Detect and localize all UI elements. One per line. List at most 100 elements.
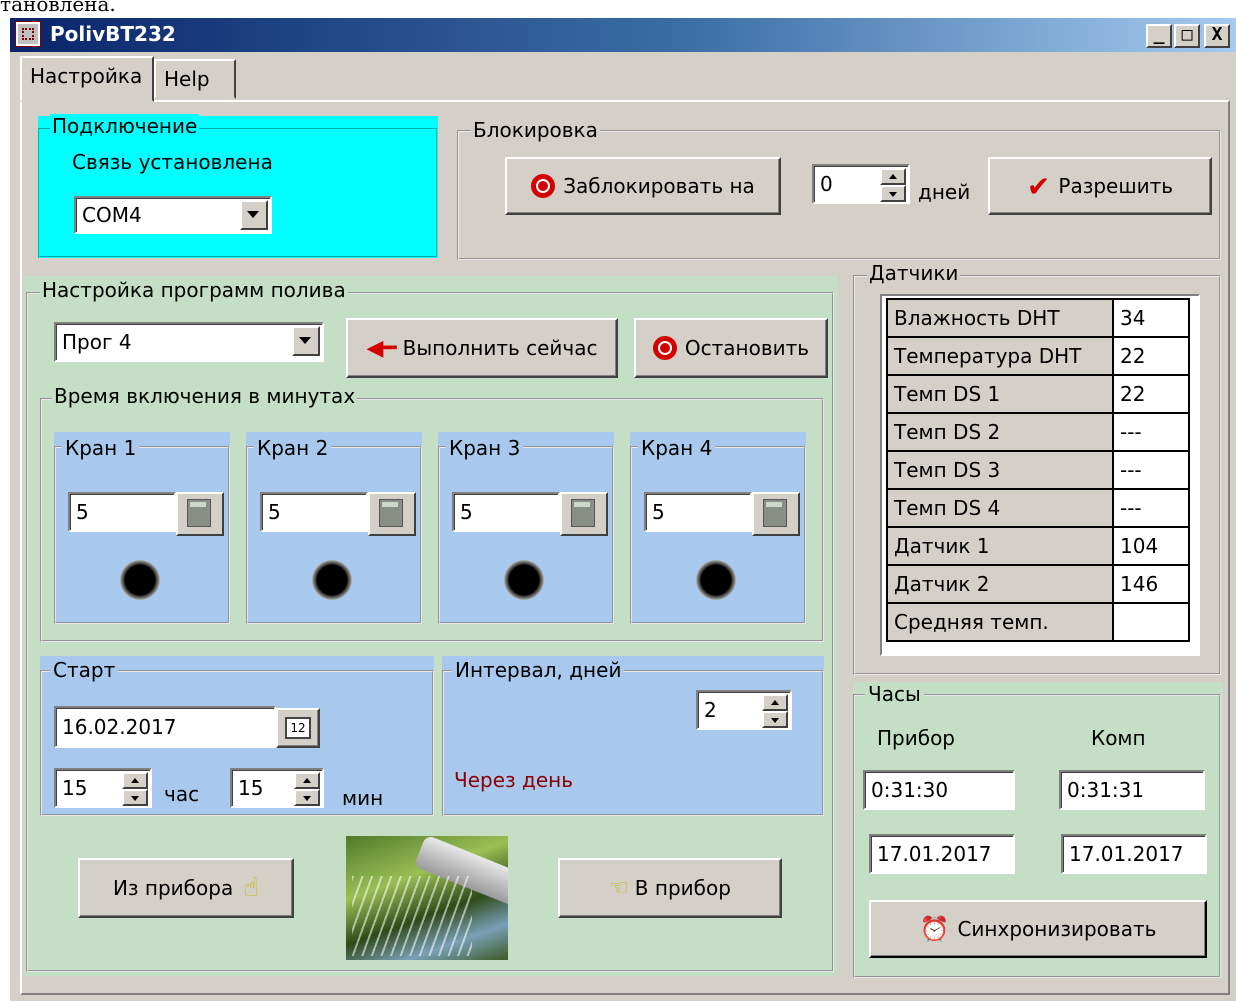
close-button[interactable]: X <box>1204 24 1230 48</box>
sensor-name: Средняя темп. <box>886 602 1114 642</box>
interval-value: 2 <box>704 698 717 722</box>
calculator-icon[interactable] <box>176 492 224 536</box>
table-row[interactable]: Датчик 2 146 <box>886 564 1190 604</box>
lock-days-value: 0 <box>820 172 833 196</box>
start-minute-spinner[interactable] <box>294 772 320 806</box>
start-date-input[interactable]: 16.02.2017 <box>54 706 276 748</box>
stop-button[interactable]: Остановить <box>634 318 828 378</box>
sensor-value: 34 <box>1112 298 1190 338</box>
valve-minutes-value-1: 5 <box>76 500 89 524</box>
sync-button[interactable]: ⏰ Синхронизировать <box>869 900 1207 958</box>
to-device-button[interactable]: ☜ В прибор <box>558 858 782 918</box>
table-row[interactable]: Температура DHT 22 <box>886 336 1190 376</box>
app-icon <box>15 21 41 47</box>
run-now-label: Выполнить сейчас <box>402 336 598 360</box>
clock-title: Часы <box>865 682 924 706</box>
sensor-name: Температура DHT <box>886 336 1114 376</box>
sensor-name: Влажность DHT <box>886 298 1114 338</box>
interval-panel: Интервал, дней 2 Через день <box>442 656 824 816</box>
valve-minutes-input-3[interactable]: 5 <box>452 492 560 532</box>
hand-left-icon: ☜ <box>609 875 629 901</box>
run-now-button[interactable]: ◀━ Выполнить сейчас <box>346 318 618 378</box>
sensor-value: 22 <box>1112 336 1190 376</box>
from-device-label: Из прибора <box>112 876 234 900</box>
calculator-icon[interactable] <box>560 492 608 536</box>
port-select[interactable]: COM4 <box>74 196 272 234</box>
table-row[interactable]: Темп DS 1 22 <box>886 374 1190 414</box>
calculator-icon[interactable] <box>368 492 416 536</box>
start-hour-spinner[interactable] <box>122 772 148 806</box>
table-row[interactable]: Темп DS 4 --- <box>886 488 1190 528</box>
minimize-button[interactable]: _ <box>1146 24 1172 48</box>
pc-date-field[interactable]: 17.01.2017 <box>1061 834 1207 874</box>
programs-title: Настройка программ полива <box>40 278 348 302</box>
lock-title: Блокировка <box>471 118 600 142</box>
lock-button[interactable]: Заблокировать на <box>505 157 781 215</box>
maximize-button[interactable]: □ <box>1174 24 1200 48</box>
valve-panel-2: Кран 2 5 <box>246 432 422 624</box>
valve-label-2: Кран 2 <box>254 436 332 460</box>
pc-time-field[interactable]: 0:31:31 <box>1059 770 1205 810</box>
interval-input[interactable]: 2 <box>696 690 792 730</box>
valve-minutes-input-4[interactable]: 5 <box>644 492 752 532</box>
allow-button[interactable]: ✔ Разрешить <box>988 157 1212 215</box>
connection-title: Подключение <box>50 114 200 138</box>
title-bar[interactable]: PolivBT232 _ □ X <box>10 18 1236 52</box>
start-minute-input[interactable]: 15 <box>230 768 324 808</box>
chevron-down-icon[interactable] <box>292 326 320 356</box>
valve-minutes-value-2: 5 <box>268 500 281 524</box>
allow-button-label: Разрешить <box>1058 174 1174 198</box>
lock-days-input[interactable]: 0 <box>812 164 910 204</box>
sync-button-label: Синхронизировать <box>957 917 1157 941</box>
tab-help[interactable]: Help <box>154 59 236 99</box>
sensors-title: Датчики <box>867 261 961 285</box>
stop-icon <box>531 174 556 198</box>
sensor-name: Темп DS 4 <box>886 488 1114 528</box>
interval-title: Интервал, дней <box>452 658 625 682</box>
start-minute-value: 15 <box>238 776 264 800</box>
table-row[interactable]: Темп DS 3 --- <box>886 450 1190 490</box>
valve-minutes-input-1[interactable]: 5 <box>68 492 176 532</box>
table-row[interactable]: Средняя темп. <box>886 602 1190 642</box>
table-row[interactable]: Влажность DHT 34 <box>886 298 1190 338</box>
sensor-name: Темп DS 1 <box>886 374 1114 414</box>
valve-label-3: Кран 3 <box>446 436 524 460</box>
start-hour-value: 15 <box>62 776 88 800</box>
sensor-value: --- <box>1112 412 1190 452</box>
start-title: Старт <box>50 658 119 682</box>
valve-panel-3: Кран 3 5 <box>438 432 614 624</box>
table-row[interactable]: Датчик 1 104 <box>886 526 1190 566</box>
lock-days-spinner[interactable] <box>880 168 906 202</box>
table-row[interactable]: Темп DS 2 --- <box>886 412 1190 452</box>
sensors-grid[interactable]: Влажность DHT 34 Температура DHT 22 Темп D… <box>880 294 1200 656</box>
tab-settings[interactable]: Настройка <box>20 56 154 102</box>
background-text-fragment: тановлена. <box>0 0 116 16</box>
valve-indicator-2 <box>312 560 352 600</box>
device-date-field[interactable]: 17.01.2017 <box>869 834 1015 874</box>
from-device-button[interactable]: Из прибора ☝ <box>78 858 294 918</box>
chevron-down-icon[interactable] <box>240 200 268 230</box>
alarm-clock-icon: ⏰ <box>919 915 950 943</box>
programs-panel: Настройка программ полива Прог 4 ◀━ Выпо… <box>24 276 838 976</box>
sensor-value: --- <box>1112 488 1190 528</box>
valve-minutes-input-2[interactable]: 5 <box>260 492 368 532</box>
sensor-name: Темп DS 3 <box>886 450 1114 490</box>
calendar-icon[interactable]: 12 <box>276 708 320 748</box>
device-time-field[interactable]: 0:31:30 <box>863 770 1015 810</box>
app-window: PolivBT232 _ □ X Настройка Help Подключе… <box>10 18 1236 1001</box>
program-select[interactable]: Прог 4 <box>54 322 324 362</box>
interval-text: Через день <box>454 768 574 792</box>
valve-panel-4: Кран 4 5 <box>630 432 806 624</box>
interval-spinner[interactable] <box>762 694 788 728</box>
valve-label-1: Кран 1 <box>62 436 140 460</box>
program-value: Прог 4 <box>62 330 132 354</box>
device-clock-label: Прибор <box>877 726 955 750</box>
calendar-day: 12 <box>285 717 311 739</box>
hand-pointer-icon: ☝ <box>243 873 260 903</box>
lock-days-label: дней <box>918 180 971 204</box>
sensor-name: Темп DS 2 <box>886 412 1114 452</box>
valve-minutes-value-4: 5 <box>652 500 665 524</box>
start-hour-input[interactable]: 15 <box>54 768 152 808</box>
calculator-icon[interactable] <box>752 492 800 536</box>
clock-panel: Часы Прибор Комп 0:31:30 0:31:31 17.01.2… <box>853 682 1223 978</box>
